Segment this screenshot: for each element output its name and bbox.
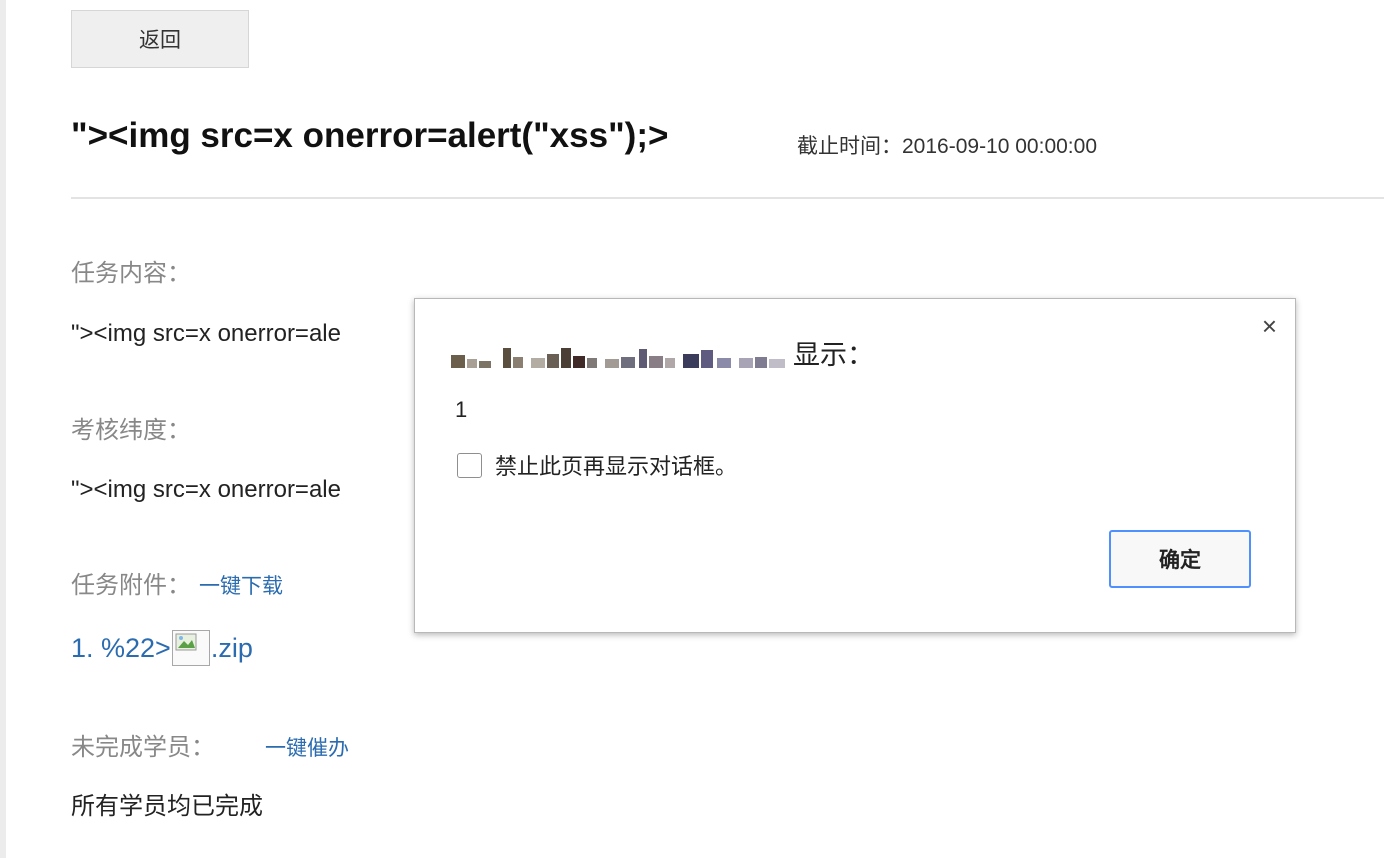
download-all-link[interactable]: 一键下载 [199,575,283,598]
attachment-suffix: .zip [210,632,253,663]
alert-dialog: × 显示： 1 禁止此页再显示对话框。 确定 [414,298,1296,633]
attachments-row: 任务附件： 一键下载 [71,565,283,600]
suppress-dialogs-option[interactable]: 禁止此页再显示对话框。 [457,449,737,481]
attachments-label: 任务附件： [71,572,191,599]
unfinished-row: 未完成学员： 一键催办 [71,727,349,762]
task-content-value: "><img src=x onerror=ale [71,320,341,347]
assessment-value: "><img src=x onerror=ale [71,476,341,503]
remind-all-link[interactable]: 一键催办 [265,737,349,760]
task-title: "><img src=x onerror=alert("xss");> [71,116,669,155]
attachment-prefix: 1. %22> [71,632,171,663]
dialog-header-text: 显示： [793,340,874,370]
suppress-label: 禁止此页再显示对话框。 [495,454,738,479]
close-icon[interactable]: × [1262,313,1277,339]
header-divider [71,197,1384,199]
task-content-label: 任务内容： [71,260,191,287]
broken-image-icon [171,630,210,666]
back-button[interactable]: 返回 [71,10,249,68]
ok-button[interactable]: 确定 [1109,530,1251,588]
unfinished-label: 未完成学员： [71,734,215,761]
deadline-text: 截止时间：2016-09-10 00:00:00 [797,135,1097,158]
suppress-checkbox[interactable] [457,452,482,478]
left-rail [0,0,6,858]
all-done-text: 所有学员均已完成 [71,793,263,820]
dialog-header: 显示： [451,333,874,372]
attachment-link[interactable]: 1. %22> .zip [71,630,253,666]
blurred-origin-text [451,338,785,368]
dialog-message: 1 [455,397,468,422]
assessment-label: 考核纬度： [71,417,191,444]
